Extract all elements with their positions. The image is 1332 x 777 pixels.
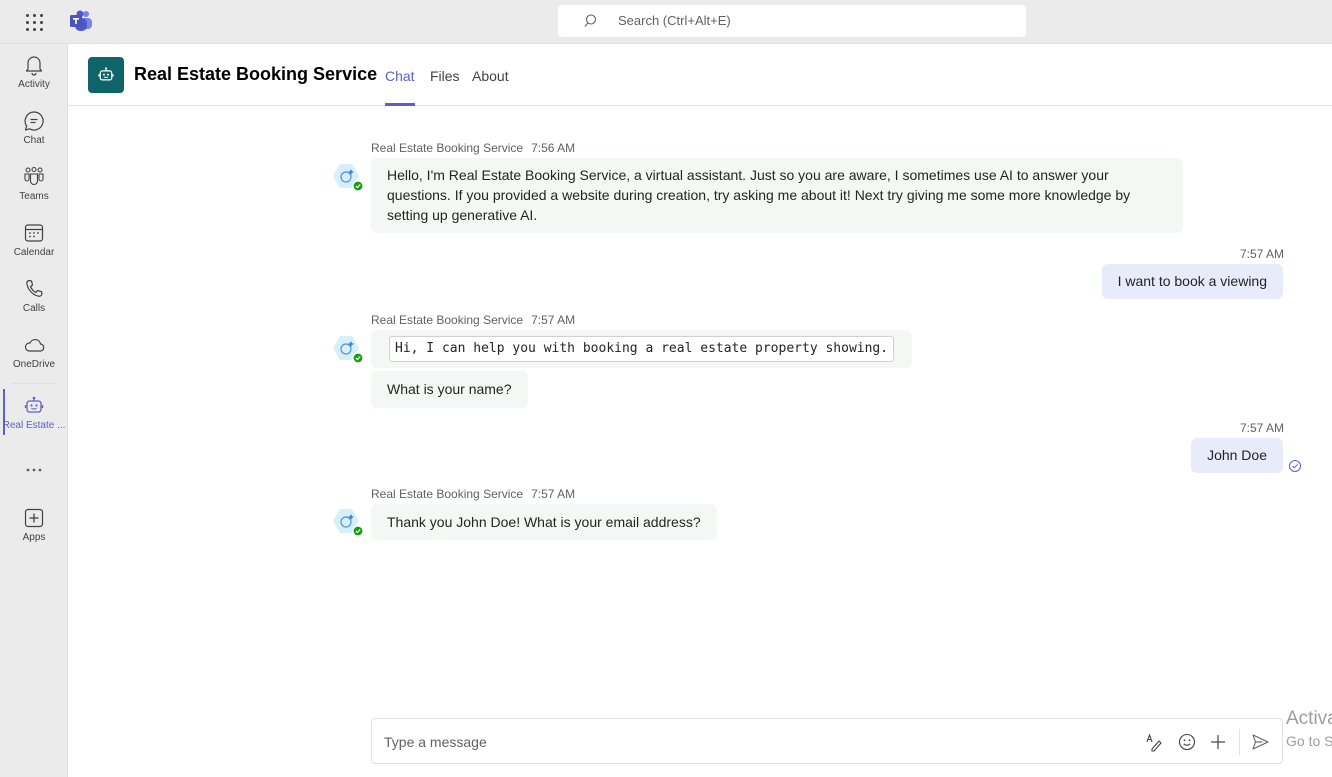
bot-avatar-icon (333, 509, 364, 537)
read-receipt-icon (1289, 460, 1301, 472)
message-time: 7:57 AM (531, 313, 576, 327)
message-meta: Real Estate Booking Service 7:57 AM (371, 487, 575, 501)
rail-label: Apps (22, 532, 46, 543)
sender-name: Real Estate Booking Service (371, 313, 524, 327)
sender-name: Real Estate Booking Service (371, 487, 524, 501)
app-rail: Activity Chat Teams Calendar Calls OneDr… (0, 44, 68, 777)
activation-watermark: Activa Go to S (1286, 708, 1332, 752)
bell-icon (25, 56, 43, 76)
rail-more-button[interactable] (0, 460, 68, 480)
rail-item-apps[interactable]: Apps (0, 507, 68, 559)
tab-about[interactable]: About (472, 68, 509, 106)
bot-message: Hello, I'm Real Estate Booking Service, … (371, 158, 1183, 233)
watermark-line2: Go to S (1286, 733, 1332, 749)
code-snippet: Hi, I can help you with booking a real e… (389, 336, 895, 362)
bot-message: Thank you John Doe! What is your email a… (371, 504, 717, 540)
attach-plus-icon[interactable] (1208, 732, 1228, 752)
my-message: I want to book a viewing (1101, 264, 1283, 299)
page-title: Real Estate Booking Service (134, 64, 378, 84)
rail-label: Calendar (13, 247, 55, 258)
bot-message: What is your name? (371, 371, 528, 408)
search-placeholder: Search (Ctrl+Alt+E) (618, 13, 731, 28)
tab-chat[interactable]: Chat (385, 68, 415, 106)
bot-icon (24, 396, 44, 413)
my-message: John Doe (1191, 438, 1283, 473)
add-apps-icon (24, 508, 44, 528)
emoji-icon[interactable] (1177, 732, 1197, 752)
tab-files[interactable]: Files (430, 68, 460, 106)
send-icon[interactable] (1250, 732, 1270, 752)
chat-icon (24, 111, 44, 131)
search-bar[interactable]: Search (Ctrl+Alt+E) (558, 5, 1026, 37)
rail-item-teams[interactable]: Teams (0, 166, 68, 218)
more-icon (26, 468, 42, 472)
calendar-icon (24, 224, 44, 242)
bot-message: Hi, I can help you with booking a real e… (371, 330, 913, 368)
rail-label: Calls (22, 303, 46, 314)
message-input[interactable] (384, 731, 1124, 753)
teams-icon (24, 166, 44, 186)
message-time: 7:57 AM (531, 487, 576, 501)
bot-icon (98, 67, 114, 81)
rail-label: Chat (23, 135, 45, 146)
app-avatar (88, 57, 124, 93)
composer-divider (1239, 729, 1240, 755)
phone-icon (26, 279, 43, 297)
rail-label: Teams (19, 191, 49, 202)
rail-item-chat[interactable]: Chat (0, 110, 68, 162)
rail-item-calendar[interactable]: Calendar (0, 222, 68, 274)
message-composer (371, 718, 1283, 764)
top-bar: Search (Ctrl+Alt+E) (0, 0, 1332, 44)
rail-label: OneDrive (12, 359, 56, 370)
message-time: 7:56 AM (531, 141, 576, 155)
bot-avatar-icon (333, 336, 364, 364)
rail-label: Real Estate ... (2, 420, 66, 431)
watermark-line1: Activa (1286, 708, 1332, 729)
rail-item-activity[interactable]: Activity (0, 54, 68, 106)
chat-header: Real Estate Booking Service Chat Files A… (68, 44, 1332, 106)
bot-avatar-icon (333, 164, 364, 192)
message-time: 7:57 AM (1240, 421, 1285, 435)
message-time: 7:57 AM (1240, 247, 1285, 261)
rail-item-calls[interactable]: Calls (0, 278, 68, 330)
main-pane: Real Estate Booking Service Chat Files A… (68, 44, 1332, 777)
rail-divider (12, 383, 56, 384)
message-meta: Real Estate Booking Service 7:56 AM (371, 141, 575, 155)
rail-item-real-estate-bot[interactable]: Real Estate ... (0, 389, 68, 447)
app-launcher-icon[interactable] (25, 13, 43, 31)
search-icon (584, 14, 597, 27)
rail-item-onedrive[interactable]: OneDrive (0, 334, 68, 386)
rail-label: Activity (18, 79, 50, 90)
teams-logo-icon (70, 10, 92, 31)
cloud-icon (24, 338, 45, 352)
message-meta: Real Estate Booking Service 7:57 AM (371, 313, 575, 327)
format-icon[interactable] (1145, 732, 1165, 752)
sender-name: Real Estate Booking Service (371, 141, 524, 155)
